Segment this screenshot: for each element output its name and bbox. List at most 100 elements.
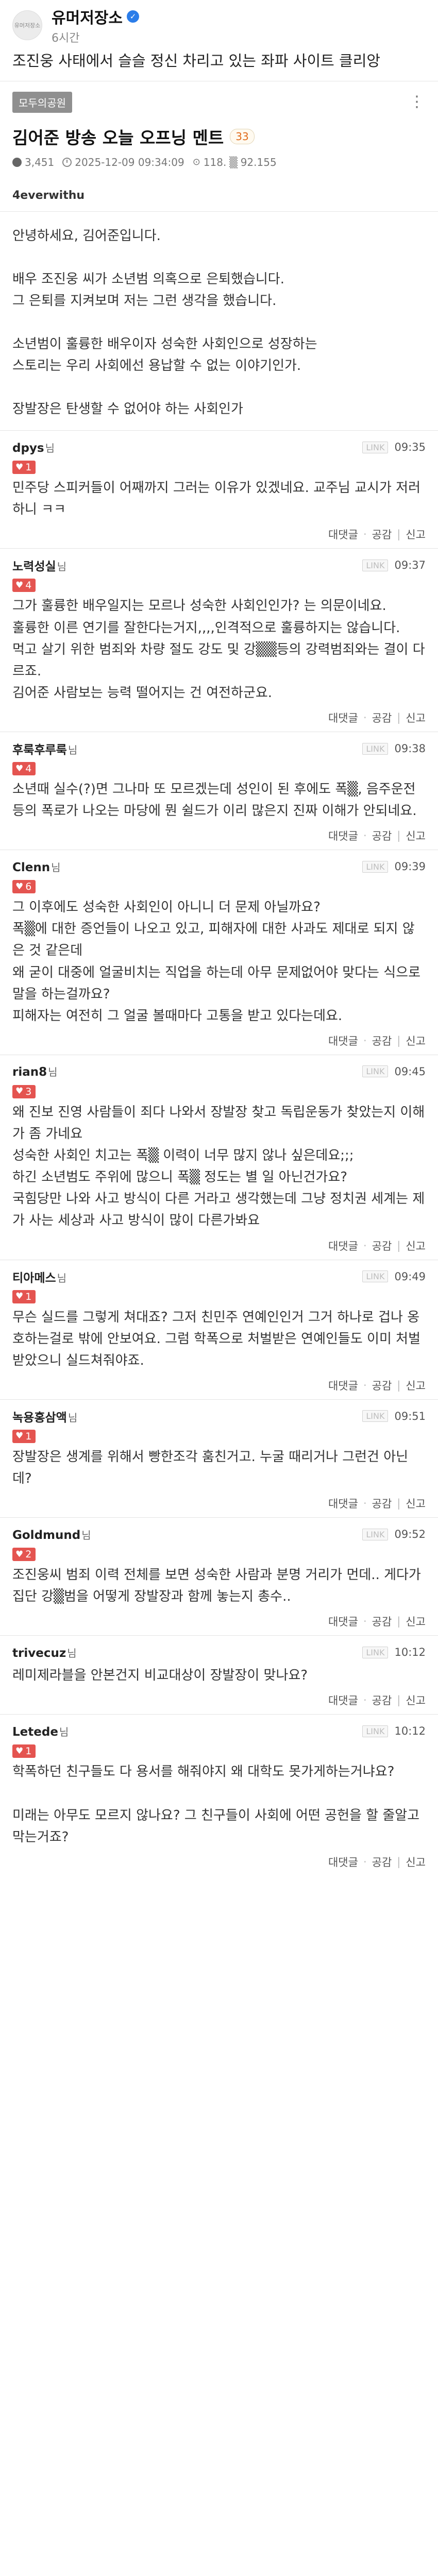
report-button[interactable]: 신고	[406, 828, 426, 843]
action-separator: ·	[363, 1694, 367, 1707]
report-button[interactable]: 신고	[406, 1692, 426, 1708]
action-separator: |	[397, 711, 401, 724]
link-button[interactable]: LINK	[362, 860, 389, 873]
report-button[interactable]: 신고	[406, 1854, 426, 1870]
like-count-badge: ♥ 2	[12, 1548, 36, 1562]
page-name[interactable]: 유머저장소	[52, 5, 123, 28]
like-button[interactable]: 공감	[372, 1614, 392, 1629]
reply-button[interactable]: 대댓글	[328, 710, 358, 725]
more-options-icon[interactable]: ⋮	[409, 94, 426, 110]
like-button[interactable]: 공감	[372, 1033, 392, 1048]
post-meta: 3,451 2025-12-09 09:34:09 ⊙ 118. ▒ 92.155	[0, 149, 438, 179]
comment-author-suffix: 님	[48, 1066, 58, 1079]
comment: 후룩후루룩 님 LINK 09:38 ♥ 4 소년때 실수(?)면 그나마 또 모르겠는데 …	[0, 732, 438, 850]
comment-text-line: 왜 진보 진영 사람들이 죄다 나와서 장발장 찾고 독립운동가 찾았는지 이해…	[12, 1104, 425, 1142]
comment-text-line: 김어준 사람보는 능력 떨어지는 건 여전하군요.	[12, 685, 273, 701]
like-button[interactable]: 공감	[372, 1238, 392, 1253]
like-button[interactable]: 공감	[372, 1692, 392, 1708]
action-separator: ·	[363, 1855, 367, 1868]
reply-button[interactable]: 대댓글	[328, 1692, 358, 1708]
heart-icon: ♥	[15, 1745, 24, 1756]
comment-author[interactable]: 노력성실	[12, 560, 56, 573]
like-button[interactable]: 공감	[372, 1496, 392, 1511]
reply-button[interactable]: 대댓글	[328, 1033, 358, 1048]
report-button[interactable]: 신고	[406, 1238, 426, 1253]
post-author[interactable]: 4everwithu	[0, 179, 438, 212]
like-count-badge: ♥ 4	[12, 579, 36, 592]
comment-author-wrap: 녹용홍삼액 님	[12, 1408, 77, 1425]
link-button[interactable]: LINK	[362, 1410, 389, 1422]
comment-author[interactable]: Letede	[12, 1725, 58, 1739]
comment-author[interactable]: dpys	[12, 442, 44, 455]
link-button[interactable]: LINK	[362, 559, 389, 571]
reply-button[interactable]: 대댓글	[328, 1614, 358, 1629]
comment-header: rian8 님 LINK 09:45	[12, 1062, 426, 1081]
reply-button[interactable]: 대댓글	[328, 1238, 358, 1253]
comment-author[interactable]: 티아메스	[12, 1272, 56, 1285]
link-button[interactable]: LINK	[362, 1725, 389, 1737]
link-button[interactable]: LINK	[362, 1065, 389, 1078]
link-button[interactable]: LINK	[362, 1270, 389, 1283]
like-button[interactable]: 공감	[372, 1854, 392, 1870]
link-button[interactable]: LINK	[362, 1528, 389, 1540]
like-count: 1	[25, 1430, 32, 1442]
reply-button[interactable]: 대댓글	[328, 1496, 358, 1511]
like-count: 1	[25, 1745, 32, 1757]
reply-button[interactable]: 대댓글	[328, 527, 358, 542]
comment-actions: 대댓글 · 공감 | 신고	[12, 710, 426, 725]
report-button[interactable]: 신고	[406, 710, 426, 725]
comment-header-right: LINK 09:49	[362, 1270, 426, 1283]
like-button[interactable]: 공감	[372, 527, 392, 542]
comment: rian8 님 LINK 09:45 ♥ 3 왜 진보 진영 사람들이 죄다 나와서 장발장…	[0, 1054, 438, 1260]
comment-text-line: 그가 훌륭한 배우일지는 모르나 성숙한 사회인인가? 는 의문이네요.	[12, 598, 386, 614]
body-line: 장발장은 탄생할 수 없어야 하는 사회인가	[12, 401, 243, 417]
body-line: 그 은퇴를 지켜보며 저는 그런 생각을 했습니다.	[12, 293, 277, 309]
comment-time: 09:37	[394, 559, 426, 572]
comment-author-suffix: 님	[81, 1529, 91, 1541]
report-button[interactable]: 신고	[406, 1033, 426, 1048]
action-separator: |	[397, 829, 401, 842]
comment-actions: 대댓글 · 공감 | 신고	[12, 1692, 426, 1708]
comment-actions: 대댓글 · 공감 | 신고	[12, 1033, 426, 1048]
comment-time: 09:52	[394, 1528, 426, 1541]
action-separator: |	[397, 1855, 401, 1868]
comment-actions: 대댓글 · 공감 | 신고	[12, 1238, 426, 1253]
page-avatar[interactable]: 유머저장소	[12, 10, 42, 40]
report-button[interactable]: 신고	[406, 1614, 426, 1629]
report-button[interactable]: 신고	[406, 1378, 426, 1393]
comment-author[interactable]: rian8	[12, 1065, 47, 1079]
board-tag[interactable]: 모두의공원	[12, 91, 72, 113]
report-button[interactable]: 신고	[406, 527, 426, 542]
comment-header: dpys 님 LINK 09:35	[12, 438, 426, 456]
like-count-badge: ♥ 4	[12, 762, 36, 776]
action-separator: ·	[363, 1034, 367, 1047]
reply-button[interactable]: 대댓글	[328, 1854, 358, 1870]
like-button[interactable]: 공감	[372, 1378, 392, 1393]
comment-author[interactable]: Goldmund	[12, 1529, 80, 1542]
comment: 녹용홍삼액 님 LINK 09:51 ♥ 1 장발장은 생계를 위해서 빵한조각 훔친거고.…	[0, 1399, 438, 1517]
comment-author[interactable]: 녹용홍삼액	[12, 1411, 67, 1425]
like-button[interactable]: 공감	[372, 828, 392, 843]
comment-author[interactable]: trivecuz	[12, 1647, 66, 1660]
reply-button[interactable]: 대댓글	[328, 1378, 358, 1393]
report-button[interactable]: 신고	[406, 1496, 426, 1511]
comment-author[interactable]: 후룩후루룩	[12, 743, 67, 757]
comment-author-suffix: 님	[57, 1272, 67, 1284]
comment-text-line: 왜 굳이 대중에 얼굴비치는 직업을 하는데 아무 문제없어야 맞다는 식으로 …	[12, 964, 420, 1002]
comment-count-badge[interactable]: 33	[230, 128, 255, 144]
reply-button[interactable]: 대댓글	[328, 828, 358, 843]
body-line: 안녕하세요, 김어준입니다.	[12, 228, 161, 244]
link-button[interactable]: LINK	[362, 1646, 389, 1658]
like-row: ♥ 1	[12, 1426, 426, 1443]
link-button[interactable]: LINK	[362, 441, 389, 453]
comment-time: 09:45	[394, 1065, 426, 1078]
comment-text-line: 그 이후에도 성숙한 사회인이 아니니 더 문제 아닐까요?	[12, 900, 321, 916]
like-button[interactable]: 공감	[372, 710, 392, 725]
link-button[interactable]: LINK	[362, 742, 389, 755]
comment-author[interactable]: Clenn	[12, 861, 50, 874]
comment-author-wrap: rian8 님	[12, 1064, 58, 1079]
comment-author-suffix: 님	[45, 442, 55, 454]
clock-icon	[62, 157, 72, 167]
action-separator: ·	[363, 1497, 367, 1510]
board-row: 모두의공원 ⋮	[0, 81, 438, 113]
